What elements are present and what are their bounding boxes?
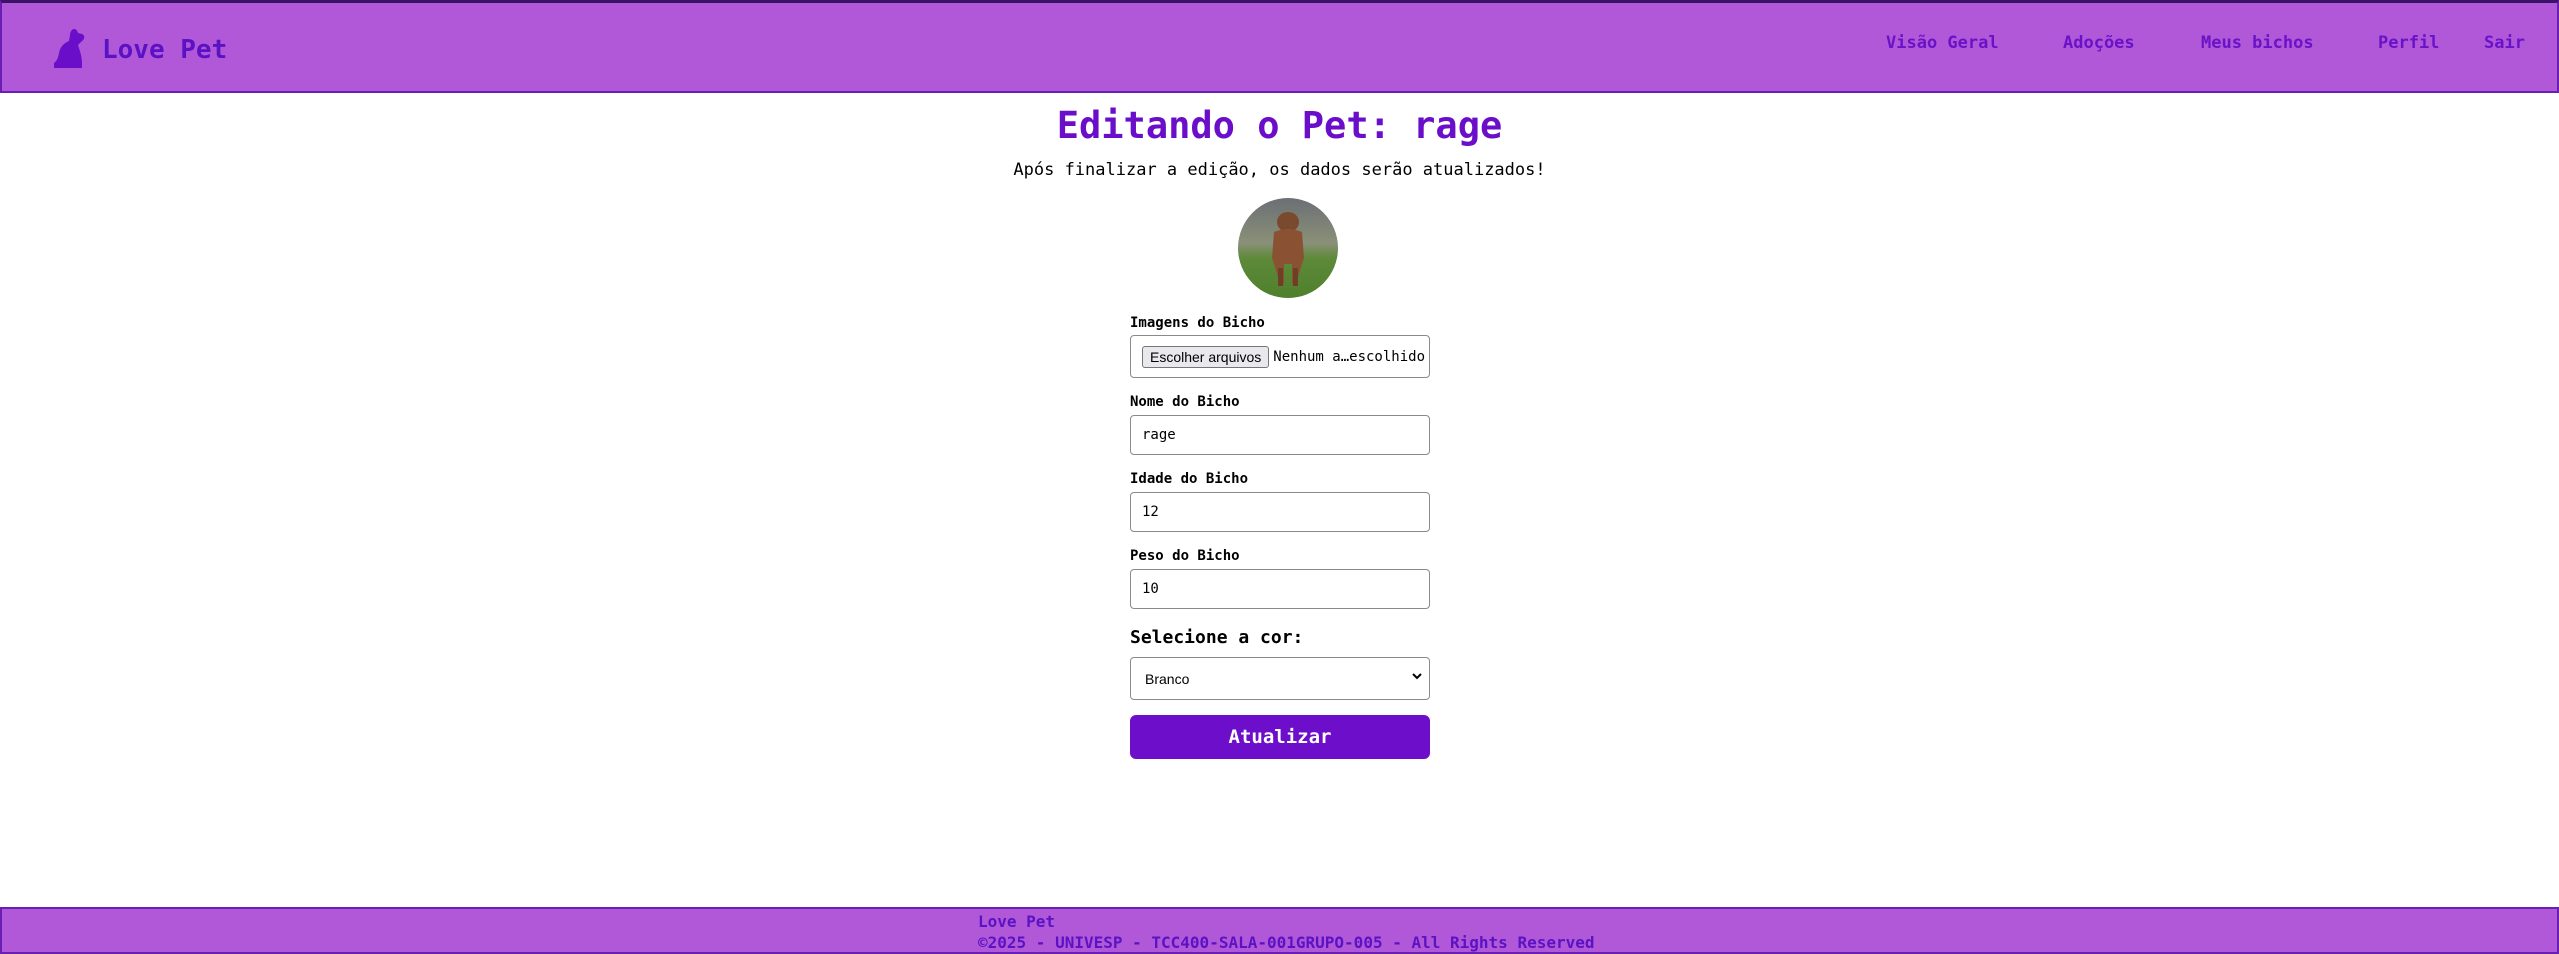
page-subtitle: Após finalizar a edição, os dados serão …	[1013, 160, 1546, 180]
weight-input[interactable]	[1130, 569, 1430, 609]
footer-copyright: ©2025 - UNIVESP - TCC400-SALA-001GRUPO-0…	[978, 933, 1595, 952]
file-status: Nenhum a…escolhido	[1273, 348, 1425, 365]
navbar: Love Pet	[0, 0, 2559, 93]
page-title: Editando o Pet: rage	[1056, 104, 1503, 147]
footer-brand: Love Pet	[978, 912, 1056, 931]
footer: Love Pet ©2025 - UNIVESP - TCC400-SALA-0…	[0, 907, 2559, 954]
nav-link-perfil[interactable]: Perfil	[2378, 33, 2439, 53]
images-label: Imagens do Bicho	[1130, 315, 1265, 331]
color-heading: Selecione a cor:	[1130, 627, 1304, 648]
nav-link-adocoes[interactable]: Adoções	[2063, 33, 2135, 53]
pet-avatar	[1238, 198, 1338, 298]
nav-link-meus-bichos[interactable]: Meus bichos	[2201, 33, 2314, 53]
color-select[interactable]: Branco	[1130, 657, 1430, 700]
nav-link-sair[interactable]: Sair	[2484, 33, 2525, 53]
name-label: Nome do Bicho	[1130, 394, 1240, 410]
chevron-down-icon	[1411, 669, 1423, 681]
choose-files-button[interactable]: Escolher arquivos	[1142, 345, 1270, 368]
dog-icon	[52, 27, 86, 73]
weight-label: Peso do Bicho	[1130, 548, 1240, 564]
brand-name: Love Pet	[102, 35, 228, 65]
age-label: Idade do Bicho	[1130, 471, 1249, 487]
color-select-value: Branco	[1145, 670, 1190, 687]
age-input[interactable]	[1130, 492, 1430, 532]
nav-link-visao-geral[interactable]: Visão Geral	[1886, 33, 1999, 53]
file-input[interactable]: Escolher arquivos Nenhum a…escolhido	[1130, 335, 1430, 378]
name-input[interactable]	[1130, 415, 1430, 455]
update-button[interactable]: Atualizar	[1130, 715, 1430, 759]
brand[interactable]: Love Pet	[52, 27, 227, 73]
